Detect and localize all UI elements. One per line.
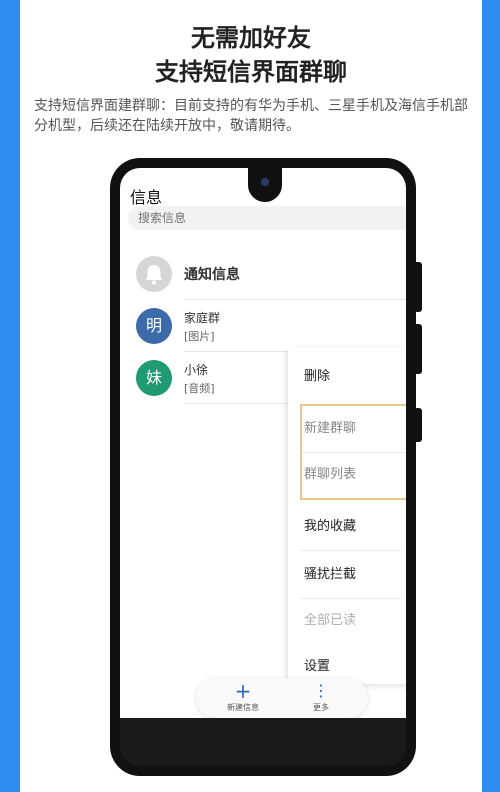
phone-frame: 信息 通知信息 明 家庭群 [图片] (110, 158, 422, 776)
new-message-label: 新建信息 (227, 703, 259, 712)
more-vertical-icon: ⋮ (313, 681, 329, 700)
avatar: 明 (136, 308, 172, 344)
bottom-action-bar: + 新建信息 ⋮ 更多 (196, 678, 368, 718)
menu-item-delete[interactable]: 删除 (288, 354, 406, 400)
phone-chin (120, 718, 406, 766)
conversation-name: 通知信息 (184, 267, 240, 283)
power-button (416, 408, 422, 442)
plus-icon: + (234, 679, 252, 703)
promo-card: 无需加好友 支持短信界面群聊 支持短信界面建群聊：目前支持的有华为手机、三星手机… (20, 0, 482, 792)
phone-screen: 信息 通知信息 明 家庭群 [图片] (120, 168, 406, 718)
conversation-preview: [音频] (184, 382, 215, 395)
avatar: 妹 (136, 360, 172, 396)
menu-item-favorites[interactable]: 我的收藏 (288, 504, 406, 550)
menu-item-mark-all-read: 全部已读 (304, 613, 357, 628)
conversation-name: 小徐 (184, 363, 209, 377)
overflow-menu: 删除 新建群聊 群聊列表 我的收藏 骚扰拦截 全部已读 设置 (288, 348, 406, 684)
search-input[interactable] (128, 206, 406, 230)
conversation-name: 家庭群 (184, 311, 221, 325)
more-label: 更多 (313, 703, 329, 712)
headline-line2: 支持短信界面群聊 (155, 58, 347, 86)
menu-item-group-list[interactable]: 群聊列表 (288, 452, 406, 498)
menu-item-new-group[interactable]: 新建群聊 (288, 406, 406, 452)
notch (248, 168, 282, 202)
conversation-row[interactable]: 通知信息 (120, 248, 406, 300)
menu-divider (300, 550, 402, 551)
new-message-button[interactable]: + 新建信息 (208, 680, 278, 713)
headline-line1: 无需加好友 (191, 24, 311, 52)
conversation-row[interactable]: 明 家庭群 [图片] (120, 300, 406, 352)
volume-button-2 (416, 324, 422, 374)
app-title: 信息 (130, 188, 163, 207)
camera-icon (261, 178, 269, 186)
more-button[interactable]: ⋮ 更多 (286, 680, 356, 713)
description-text: 支持短信界面建群聊：目前支持的有华为手机、三星手机及海信手机部分机型，后续还在陆… (34, 98, 468, 134)
avatar (136, 256, 172, 292)
conversation-preview: [图片] (184, 330, 215, 343)
menu-item-block[interactable]: 骚扰拦截 (288, 552, 406, 598)
volume-button (416, 262, 422, 312)
bell-icon (145, 265, 163, 285)
